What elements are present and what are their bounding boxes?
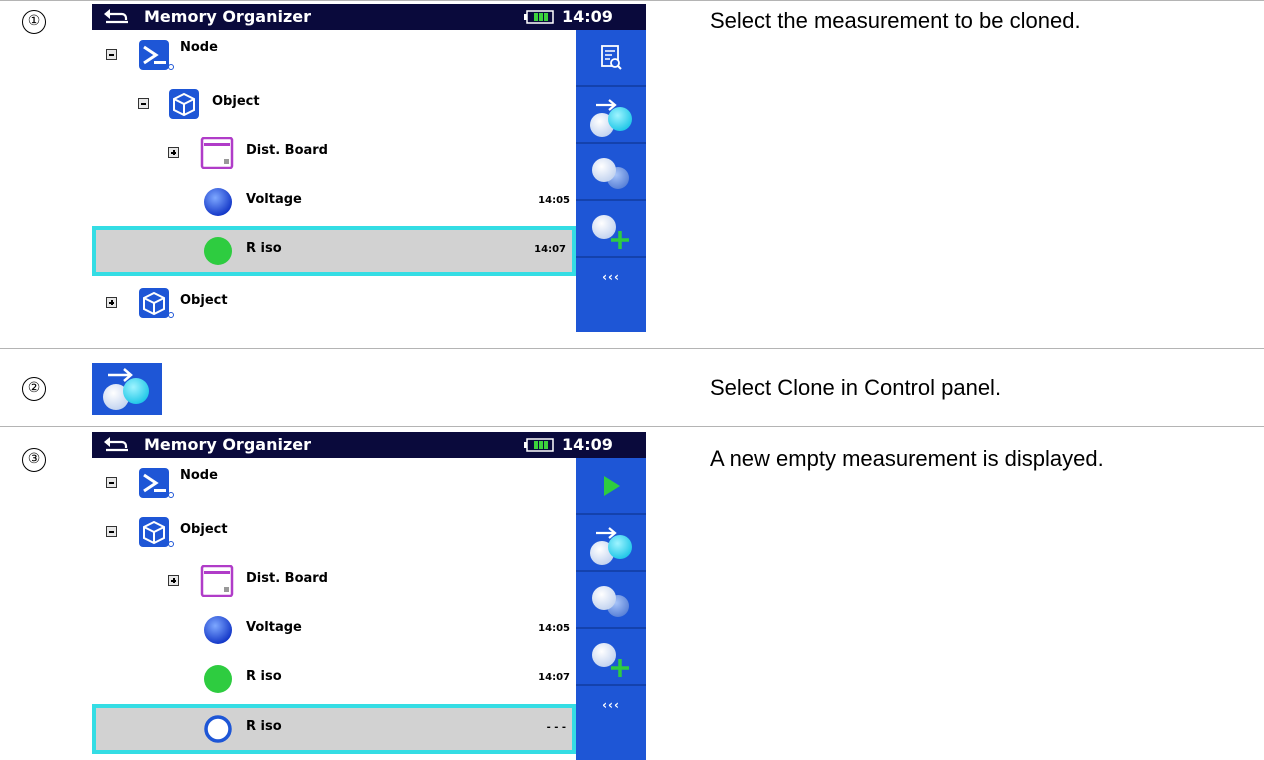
tree-label: R iso	[246, 719, 282, 734]
tree-row-object-2[interactable]: Object	[92, 278, 576, 327]
clone-icon	[103, 368, 149, 410]
tree-row-riso-new-selected[interactable]: R iso - - -	[92, 704, 576, 754]
dist-board-icon	[200, 565, 234, 597]
clone-measurement-button[interactable]	[576, 572, 646, 629]
tree-label: R iso	[246, 241, 282, 256]
measurement-time: - - -	[546, 722, 566, 733]
back-icon[interactable]	[102, 434, 132, 456]
tree-label: Node	[180, 40, 218, 55]
step-1-description: Select the measurement to be cloned.	[710, 8, 1081, 33]
tree-row-riso[interactable]: R iso 14:07	[92, 654, 576, 703]
collapse-icon[interactable]	[138, 98, 149, 109]
add-measurement-button[interactable]	[576, 629, 646, 686]
more-button[interactable]: ‹‹‹	[576, 688, 646, 726]
control-panel: ‹‹‹	[576, 458, 646, 760]
control-panel: ‹‹‹	[576, 30, 646, 332]
clone-button-example	[92, 363, 162, 415]
step-2-description: Select Clone in Control panel.	[710, 375, 1002, 400]
expand-icon[interactable]	[168, 147, 179, 158]
more-icon: ‹‹‹	[602, 270, 620, 284]
tree-label: Object	[180, 293, 228, 308]
expand-icon[interactable]	[168, 575, 179, 586]
tree-label: R iso	[246, 669, 282, 684]
voltage-result-icon	[204, 188, 232, 216]
tree-row-node[interactable]: Node	[92, 458, 576, 507]
page-title: Memory Organizer	[144, 7, 311, 26]
riso-pass-icon	[204, 665, 232, 693]
clock: 14:09	[562, 435, 613, 454]
measurement-time: 14:05	[538, 623, 570, 634]
title-bar: Memory Organizer 14:09	[92, 432, 646, 458]
more-icon: ‹‹‹	[602, 698, 620, 712]
measurement-time: 14:07	[534, 244, 566, 255]
tree-label: Node	[180, 468, 218, 483]
more-button[interactable]: ‹‹‹	[576, 260, 646, 298]
tree-label: Object	[180, 522, 228, 537]
clock: 14:09	[562, 7, 613, 26]
tree-row-voltage[interactable]: Voltage 14:05	[92, 605, 576, 654]
tree-row-dist-board[interactable]: Dist. Board	[92, 128, 576, 177]
clone-button[interactable]	[576, 515, 646, 572]
tree-label: Dist. Board	[246, 143, 328, 158]
object-icon	[169, 89, 199, 119]
object-icon	[139, 288, 174, 318]
voltage-result-icon	[204, 616, 232, 644]
tree-row-voltage[interactable]: Voltage 14:05	[92, 177, 576, 226]
collapse-icon[interactable]	[106, 477, 117, 488]
dist-board-icon	[200, 137, 234, 169]
tree-row-object[interactable]: Object	[92, 79, 576, 128]
clone-icon	[590, 527, 632, 565]
tree-row-dist-board[interactable]: Dist. Board	[92, 556, 576, 605]
divider-top	[0, 0, 1264, 1]
view-icon	[601, 45, 622, 70]
tree-label: Voltage	[246, 620, 302, 635]
measurement-time: 14:05	[538, 195, 570, 206]
back-icon[interactable]	[102, 6, 132, 28]
add-measurement-button[interactable]	[576, 201, 646, 258]
collapse-icon[interactable]	[106, 49, 117, 60]
divider-step-2	[0, 348, 1264, 349]
start-icon	[604, 476, 620, 496]
measurement-time: 14:07	[538, 672, 570, 683]
step-3-description: A new empty measurement is displayed.	[710, 446, 1104, 471]
riso-empty-icon	[204, 715, 232, 743]
step-number-3: ③	[22, 448, 46, 472]
device-screen-1: Memory Organizer 14:09 Node Object Dist.…	[92, 4, 646, 332]
riso-pass-icon	[204, 237, 232, 265]
clone-measurement-icon	[592, 586, 629, 617]
view-button[interactable]	[576, 30, 646, 87]
clone-measurement-icon	[592, 158, 629, 189]
clone-button[interactable]	[576, 87, 646, 144]
clone-measurement-button[interactable]	[576, 144, 646, 201]
battery-icon	[524, 10, 554, 24]
tree-label: Dist. Board	[246, 571, 328, 586]
tree-label: Voltage	[246, 192, 302, 207]
collapse-icon[interactable]	[106, 526, 117, 537]
tree-row-object[interactable]: Object	[92, 507, 576, 556]
page-title: Memory Organizer	[144, 435, 311, 454]
tree-row-riso-selected[interactable]: R iso 14:07	[92, 226, 576, 276]
clone-icon	[590, 99, 632, 137]
title-bar: Memory Organizer 14:09	[92, 4, 646, 30]
memory-tree: Node Object Dist. Board Voltage 14:05 R …	[92, 458, 576, 760]
memory-tree: Node Object Dist. Board Voltage 14:05 R …	[92, 30, 576, 332]
node-icon	[139, 40, 174, 70]
node-icon	[139, 468, 174, 498]
add-measurement-icon	[592, 215, 629, 249]
expand-icon[interactable]	[106, 297, 117, 308]
object-icon	[139, 517, 174, 547]
start-button[interactable]	[576, 458, 646, 515]
device-screen-3: Memory Organizer 14:09 Node Object Dist.…	[92, 432, 646, 760]
step-number-1: ①	[22, 10, 46, 34]
battery-icon	[524, 438, 554, 452]
tree-label: Object	[212, 94, 260, 109]
step-number-2: ②	[22, 377, 46, 401]
tree-row-node[interactable]: Node	[92, 30, 576, 79]
divider-step-3	[0, 426, 1264, 427]
add-measurement-icon	[592, 643, 629, 677]
